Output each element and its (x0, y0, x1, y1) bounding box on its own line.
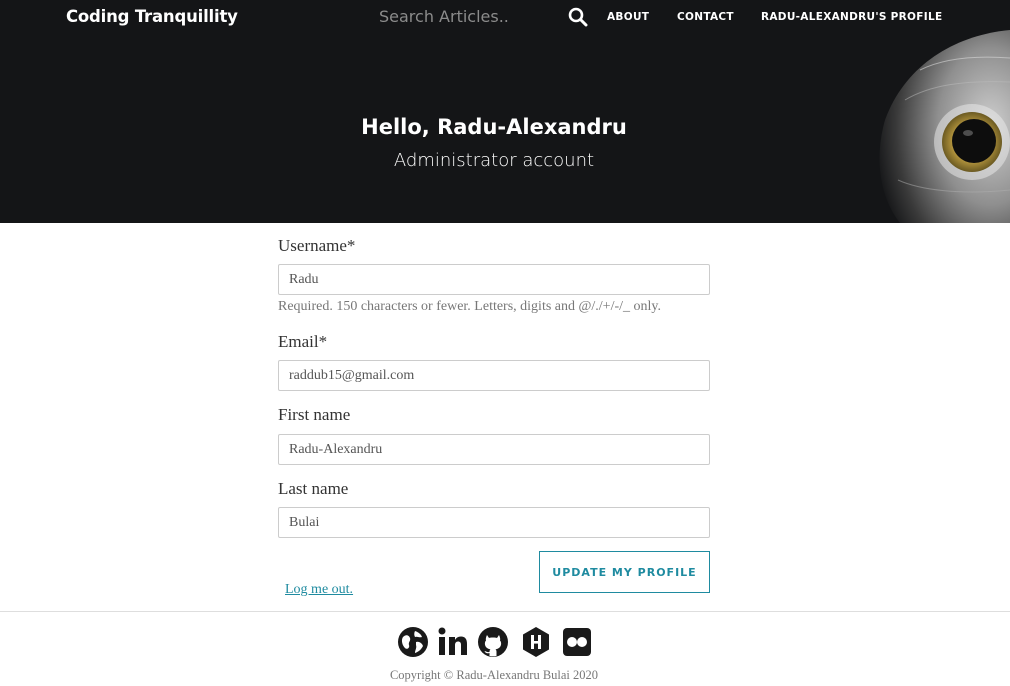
search-input[interactable] (379, 5, 559, 27)
flickr-icon[interactable] (561, 626, 593, 658)
nav-contact[interactable]: CONTACT (677, 11, 734, 23)
nav-profile[interactable]: RADU-ALEXANDRU'S PROFILE (761, 11, 942, 23)
globe-icon[interactable] (397, 626, 429, 658)
linkedin-icon[interactable] (437, 626, 469, 658)
email-field[interactable] (278, 360, 710, 391)
site-brand[interactable]: Coding Tranquillity (66, 7, 238, 26)
username-field[interactable] (278, 264, 710, 295)
last-name-label: Last name (278, 479, 349, 498)
hero-header: Coding Tranquillity ABOUT CONTACT RADU-A… (0, 0, 1010, 223)
email-label: Email* (278, 332, 328, 351)
update-profile-button[interactable]: UPDATE MY PROFILE (539, 551, 710, 593)
search-icon[interactable] (568, 7, 588, 27)
last-name-field[interactable] (278, 507, 710, 538)
hero-greeting: Hello, Radu-Alexandru (361, 115, 627, 139)
username-help: Required. 150 characters or fewer. Lette… (278, 299, 661, 314)
owl-image (879, 30, 1010, 223)
hackerrank-icon[interactable] (520, 626, 552, 658)
first-name-label: First name (278, 405, 351, 424)
github-icon[interactable] (477, 626, 509, 658)
logout-link[interactable]: Log me out. (285, 582, 353, 598)
username-label: Username* (278, 236, 356, 255)
hero-subtitle: Administrator account (393, 150, 595, 171)
footer-divider (0, 611, 1010, 612)
copyright-text: Copyright © Radu-Alexandru Bulai 2020 (389, 668, 599, 682)
first-name-field[interactable] (278, 434, 710, 465)
nav-about[interactable]: ABOUT (607, 11, 649, 23)
